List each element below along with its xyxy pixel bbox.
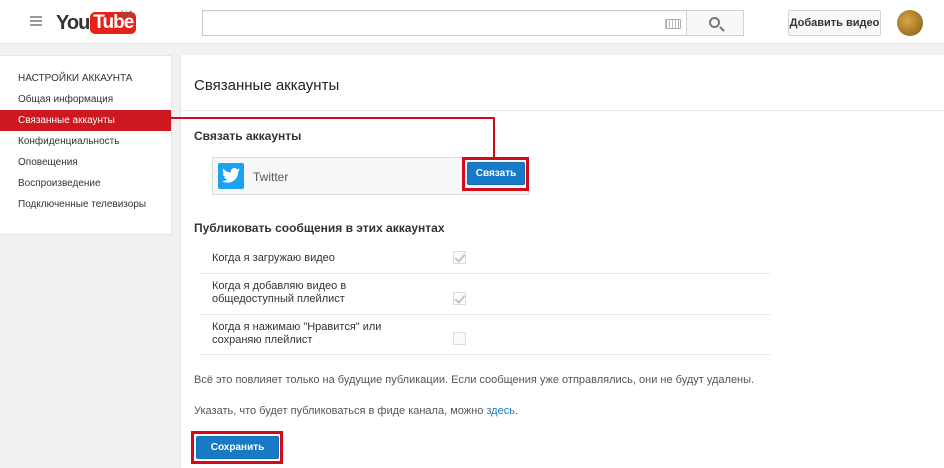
- option-checkbox-upload[interactable]: [453, 251, 466, 264]
- logo-country-code: UA: [121, 9, 134, 19]
- sidebar-item-connected-accounts[interactable]: Связанные аккаунты: [0, 110, 171, 131]
- sidebar-item-notifications[interactable]: Оповещения: [0, 152, 171, 173]
- search-button[interactable]: [686, 10, 744, 36]
- sidebar-item-overview[interactable]: Общая информация: [0, 89, 171, 110]
- title-divider: [181, 110, 944, 111]
- logo-you-text: You: [56, 11, 90, 34]
- option-checkbox-like[interactable]: [453, 332, 466, 345]
- search-icon: [709, 17, 720, 28]
- here-link[interactable]: здесь: [486, 405, 515, 417]
- highlight-connector-horizontal: [171, 117, 495, 119]
- option-label-playlist: Когда я добавляю видео в общедоступный пл…: [212, 280, 347, 305]
- sidebar-item-connected-tvs[interactable]: Подключенные телевизоры: [0, 194, 171, 215]
- search-input[interactable]: [202, 10, 687, 36]
- twitter-label: Twitter: [253, 170, 289, 184]
- option-row-upload: Когда я загружаю видео: [200, 244, 770, 274]
- publish-section-title: Публиковать сообщения в этих аккаунтах: [194, 221, 445, 235]
- youtube-logo[interactable]: You Tube UA: [56, 9, 137, 34]
- avatar[interactable]: [897, 10, 923, 36]
- sidebar-item-playback[interactable]: Воспроизведение: [0, 173, 171, 194]
- future-posts-note: Всё это повлияет только на будущие публи…: [194, 374, 755, 386]
- menu-icon[interactable]: [30, 16, 42, 26]
- highlight-box-save: [191, 431, 283, 464]
- connect-section-title: Связать аккаунты: [194, 129, 302, 143]
- upload-video-button[interactable]: Добавить видео: [788, 10, 881, 36]
- page-title: Связанные аккаунты: [194, 77, 340, 94]
- option-label-upload: Когда я загружаю видео: [212, 252, 335, 264]
- highlight-connector-vertical: [493, 117, 495, 159]
- option-label-like: Когда я нажимаю "Нравится" или сохраняю п…: [212, 321, 382, 346]
- top-header: You Tube UA Добавить видео: [0, 0, 944, 44]
- twitter-icon: [218, 163, 244, 189]
- channel-feed-note: Указать, что будет публиковаться в фиде …: [194, 405, 519, 417]
- highlight-box-connect: [462, 157, 529, 191]
- sidebar-title: НАСТРОЙКИ АККАУНТА: [18, 73, 133, 84]
- settings-sidebar: НАСТРОЙКИ АККАУНТА Общая информация Связ…: [0, 55, 172, 235]
- option-row-playlist: Когда я добавляю видео в общедоступный пл…: [200, 274, 770, 315]
- option-row-like: Когда я нажимаю "Нравится" или сохраняю п…: [200, 315, 770, 355]
- keyboard-icon[interactable]: [665, 19, 681, 29]
- sidebar-item-privacy[interactable]: Конфиденциальность: [0, 131, 171, 152]
- option-checkbox-playlist[interactable]: [453, 292, 466, 305]
